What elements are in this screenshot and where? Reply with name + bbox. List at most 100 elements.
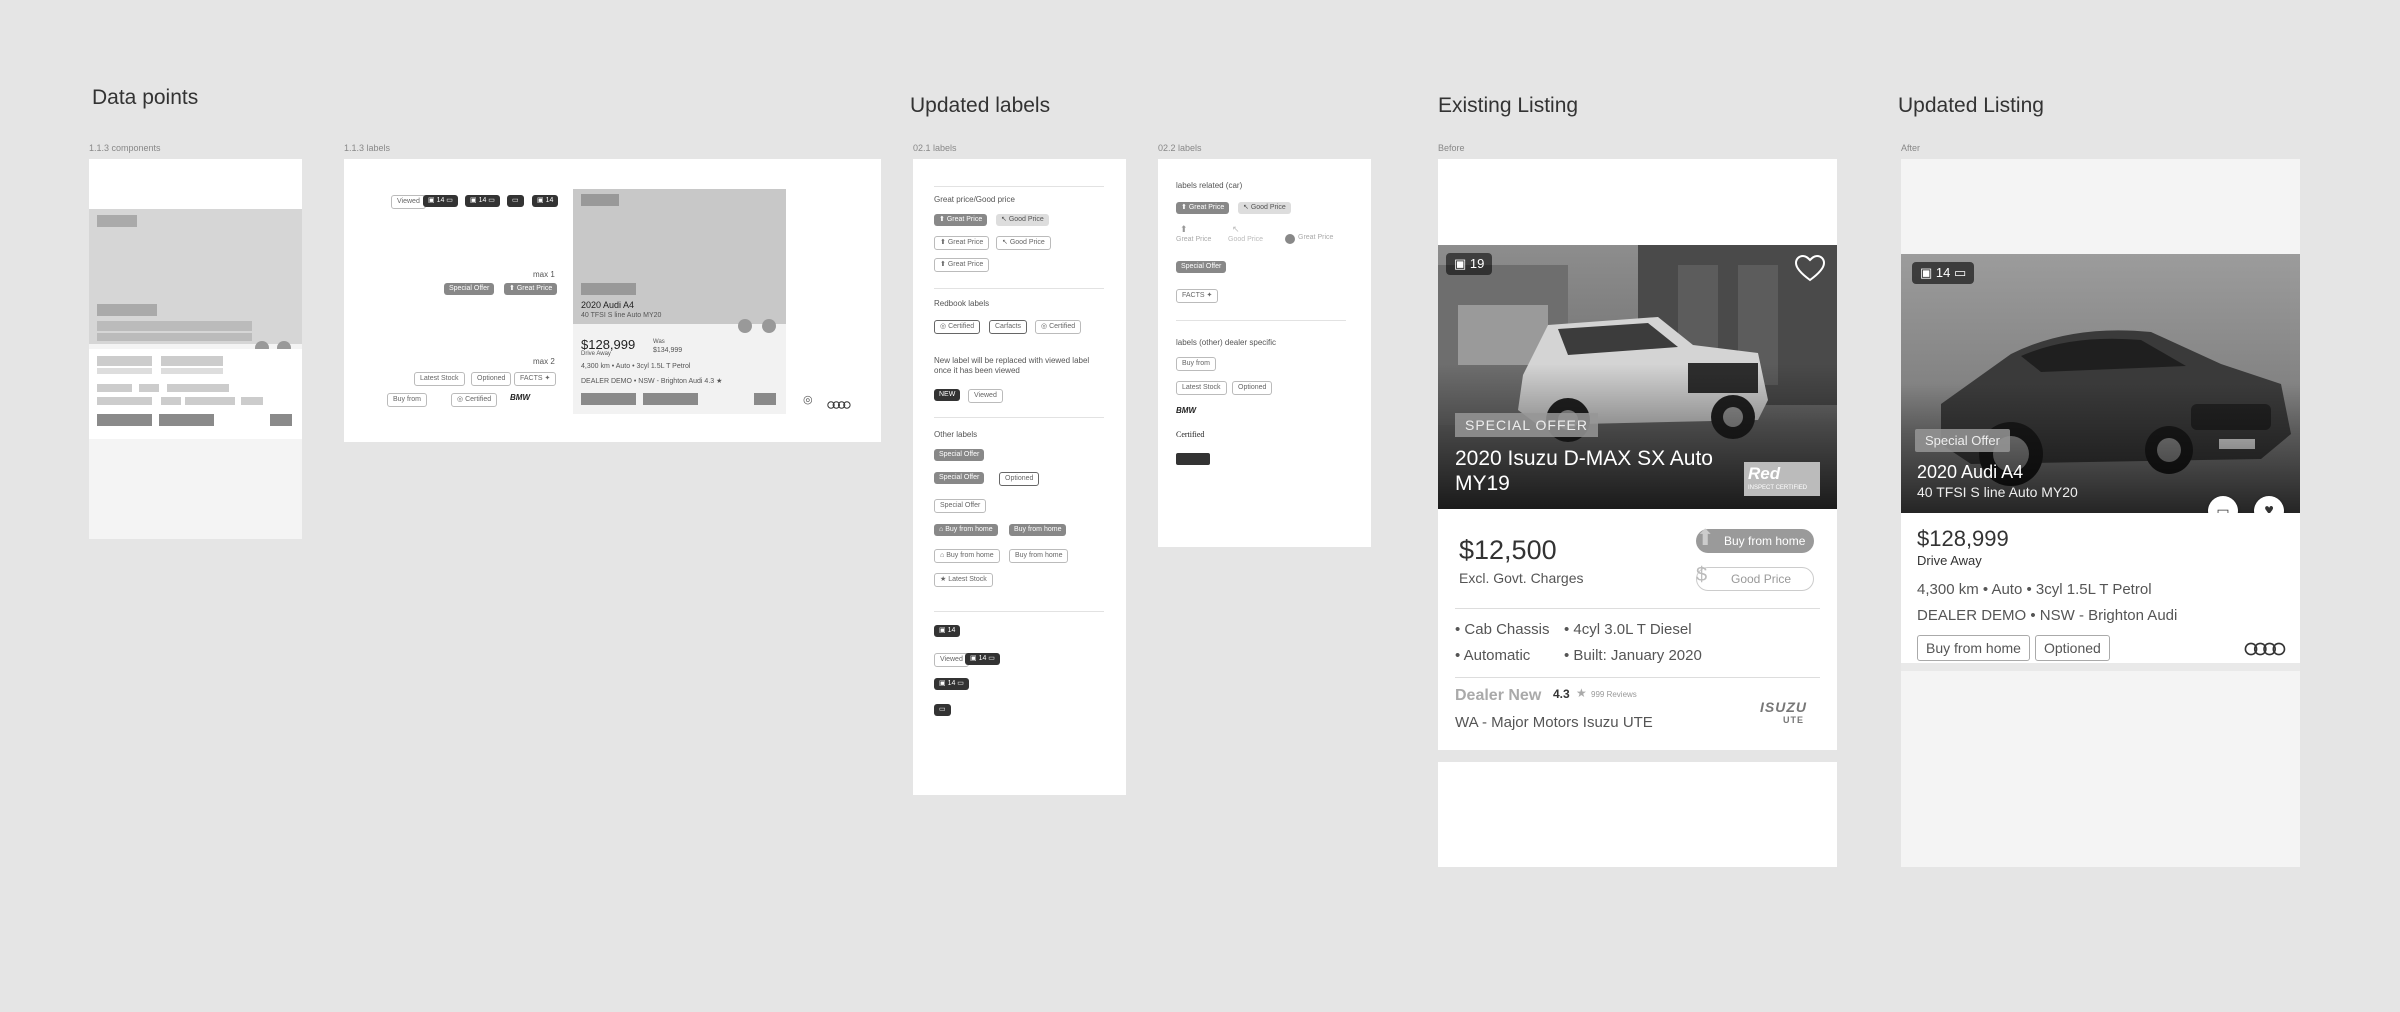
listing-title[interactable]: 2020 Audi A4 xyxy=(1917,462,2023,483)
certified-text: Certified xyxy=(948,323,975,330)
latest-stock-label: Latest Stock xyxy=(1176,381,1227,395)
placeholder-chip xyxy=(97,215,137,227)
section-title-updated-labels: Updated labels xyxy=(910,94,1051,117)
great-price-text: Great Price xyxy=(516,285,553,292)
dealer-logo-badge xyxy=(1176,453,1210,465)
great-price-label: ⬆ Great Price xyxy=(934,214,988,226)
divider xyxy=(934,186,1104,187)
spec-transmission: • Automatic xyxy=(1455,647,1531,664)
dollar-tag-icon: $ xyxy=(1696,564,1708,586)
great-price-outline: ⬆ Great Price xyxy=(934,258,990,272)
frame-label-labels-022: 02.2 labels xyxy=(1158,143,1202,153)
section-title-existing-listing: Existing Listing xyxy=(1438,94,1579,117)
buy-from-home-text: Buy from home xyxy=(945,526,993,533)
star-icon: ★ xyxy=(1576,686,1587,700)
special-offer-label: Special Offer xyxy=(1176,261,1227,273)
great-price-text: Great Price xyxy=(1176,236,1212,243)
buy-from-home-outline: Buy from home xyxy=(1009,549,1069,563)
photo-count-badge[interactable]: ▣ 14 ▭ xyxy=(1912,262,1975,284)
placeholder-button xyxy=(643,393,698,405)
great-price-text: Great Price xyxy=(1188,204,1225,211)
photo-count: 14 xyxy=(436,197,445,204)
placeholder-line xyxy=(161,397,181,405)
buy-from-home-text: Buy from home xyxy=(946,552,994,559)
great-price-text: Great Price xyxy=(947,239,984,246)
optioned-label: Optioned xyxy=(1232,381,1273,395)
divider xyxy=(1455,677,1820,678)
listing-title[interactable]: 2020 Isuzu D-MAX SX Auto xyxy=(1455,447,1713,471)
good-price-text: Good Price xyxy=(1250,204,1286,211)
photo-count-label: ▣ 14 xyxy=(934,625,961,637)
frame-label-labels-021: 02.1 labels xyxy=(913,143,957,153)
frame-label-before: Before xyxy=(1438,143,1465,153)
placeholder-line xyxy=(167,384,229,392)
home-icon: ⬆ xyxy=(1696,525,1715,550)
camera-icon: ▣ xyxy=(1920,265,1933,280)
listing-title-line2[interactable]: MY19 xyxy=(1455,472,1510,496)
buy-from-home-outline: ⌂ Buy from home xyxy=(934,549,1000,563)
spec-engine: • 4cyl 3.0L T Diesel xyxy=(1564,621,1692,638)
components-frame xyxy=(89,159,302,539)
max-label: max 2 xyxy=(533,357,555,366)
divider xyxy=(934,288,1104,289)
optioned-label: Optioned xyxy=(999,472,1040,486)
photo-count: 14 xyxy=(1935,265,1951,280)
placeholder-line xyxy=(97,384,132,392)
listing-specs: 4,300 km • Auto • 3cyl 1.5L T Petrol xyxy=(1917,581,2152,598)
spec-built: • Built: January 2020 xyxy=(1564,647,1702,664)
buy-from-label: Buy from xyxy=(1176,357,1217,371)
section-title-data-points: Data points xyxy=(92,86,199,109)
drive-away-label: Drive Away xyxy=(1917,553,1982,568)
car-labels-heading: labels related (car) xyxy=(1176,181,1243,190)
placeholder-line xyxy=(185,397,235,405)
card-mock-was-price: $134,999 xyxy=(653,347,683,354)
listing-price: $12,500 xyxy=(1459,535,1557,565)
divider xyxy=(934,611,1104,612)
good-price-label: ↖ Good Price xyxy=(1238,202,1291,214)
special-offer-badge: Special Offer xyxy=(1915,429,2010,452)
placeholder-line xyxy=(161,356,223,366)
good-price-text: Good Price xyxy=(1228,236,1264,243)
photo-count: 14 xyxy=(478,197,487,204)
photo-count: 14 xyxy=(947,627,956,634)
photo-count: 14 xyxy=(545,197,554,204)
photo-count: 14 xyxy=(947,680,956,687)
card-mock-price: $128,999 xyxy=(581,337,636,352)
good-price-icon: ↖ xyxy=(1232,224,1240,234)
placeholder-line xyxy=(97,368,152,374)
price-note: Excl. Govt. Charges xyxy=(1459,570,1584,586)
photo-count: 19 xyxy=(1469,256,1485,271)
good-price-badge: Good Price xyxy=(1696,567,1814,591)
placeholder-line xyxy=(97,356,152,366)
max-label: max 1 xyxy=(533,270,555,279)
placeholder-button xyxy=(159,414,214,426)
frame-label-components: 1.1.3 components xyxy=(89,143,161,153)
components-header xyxy=(89,159,302,209)
heart-icon[interactable] xyxy=(1794,254,1826,283)
photo-count-label: ▣ 14 ▭ xyxy=(934,678,969,690)
optioned-button[interactable]: Optioned xyxy=(2035,635,2110,661)
buy-from-home-label: ⌂ Buy from home xyxy=(934,524,998,536)
card-separator xyxy=(1438,750,1837,762)
buy-from-label: Buy from xyxy=(387,393,428,407)
buy-from-home-button[interactable]: Buy from home xyxy=(1917,635,2030,661)
listing-subtitle[interactable]: 40 TFSI S line Auto MY20 xyxy=(1917,484,2078,500)
placeholder-button xyxy=(97,414,152,426)
certified-label: ◎ Certified xyxy=(934,320,981,334)
photo-count-badge[interactable]: ▣ 19 xyxy=(1446,253,1493,275)
dealer-name[interactable]: WA - Major Motors Isuzu UTE xyxy=(1455,714,1653,731)
card-mock-title: 2020 Audi A4 xyxy=(581,300,635,310)
existing-listing-frame: ▣ 19 SPECIAL OFFER 2020 Isuzu D-MAX SX A… xyxy=(1438,159,1837,867)
placeholder-line xyxy=(97,333,252,341)
dealer-labels-heading: labels (other) dealer specific xyxy=(1176,338,1277,347)
review-count[interactable]: 999 Reviews xyxy=(1591,690,1637,699)
updated-listing-frame: ▣ 14 ▭ Special Offer 2020 Audi A4 40 TFS… xyxy=(1901,159,2300,867)
placeholder-chip xyxy=(581,194,619,206)
viewed-label: Viewed xyxy=(934,653,969,667)
dealer-info[interactable]: DEALER DEMO • NSW - Brighton Audi xyxy=(1917,607,2177,624)
certified-label: ◎ Certified xyxy=(451,393,498,407)
new-label: NEW xyxy=(934,389,961,401)
isuzu-logo: ISUZU xyxy=(1760,699,1807,715)
great-price-text: Great Price xyxy=(946,216,983,223)
audi-logo xyxy=(2244,642,2286,661)
